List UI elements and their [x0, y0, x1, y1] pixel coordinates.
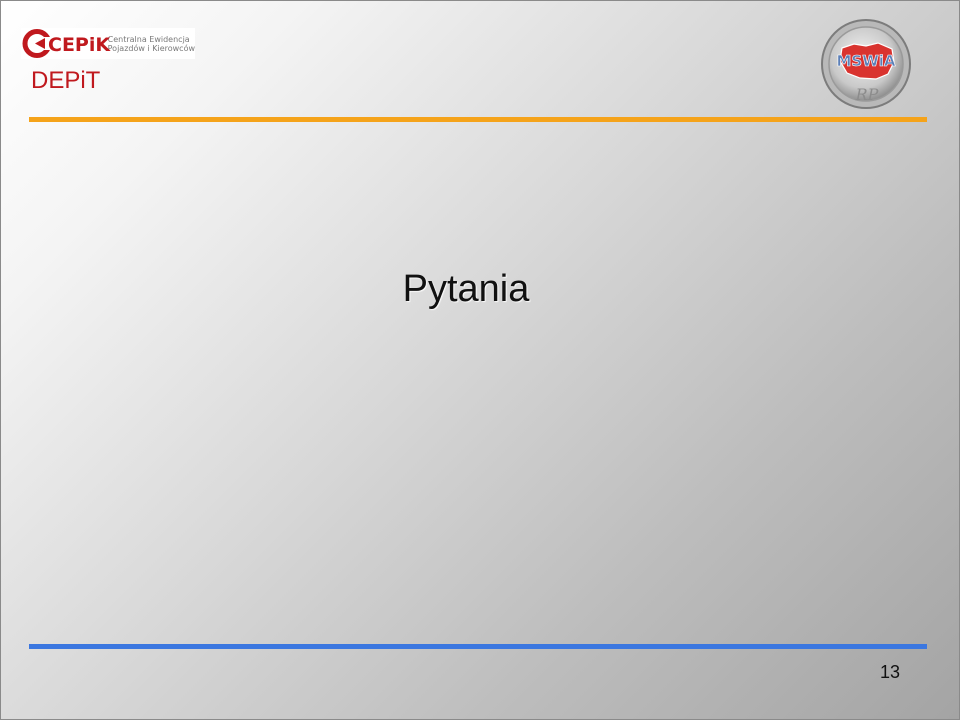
cepik-mark: CEPiK [21, 28, 111, 59]
brand-title: DEPiT [31, 67, 101, 94]
mswia-script-text: RP [855, 85, 879, 104]
cepik-line2: Pojazdów i Kierowców [107, 43, 195, 53]
cepik-caption: Centralna Ewidencja Pojazdów i Kierowców [106, 35, 195, 53]
bottom-divider [29, 644, 927, 649]
cepik-line1: Centralna Ewidencja [107, 34, 190, 44]
slide: CEPiK Centralna Ewidencja Pojazdów i Kie… [0, 0, 960, 720]
top-divider [29, 117, 927, 122]
mswia-badge-text: MSWiA [836, 52, 895, 70]
mswia-emblem: MSWiA RP [820, 18, 912, 110]
slide-title: Pytania [402, 268, 530, 310]
cepik-logo: CEPiK Centralna Ewidencja Pojazdów i Kie… [21, 28, 195, 59]
cepik-brand-text: CEPiK [48, 34, 111, 56]
page-number: 13 [879, 662, 901, 682]
